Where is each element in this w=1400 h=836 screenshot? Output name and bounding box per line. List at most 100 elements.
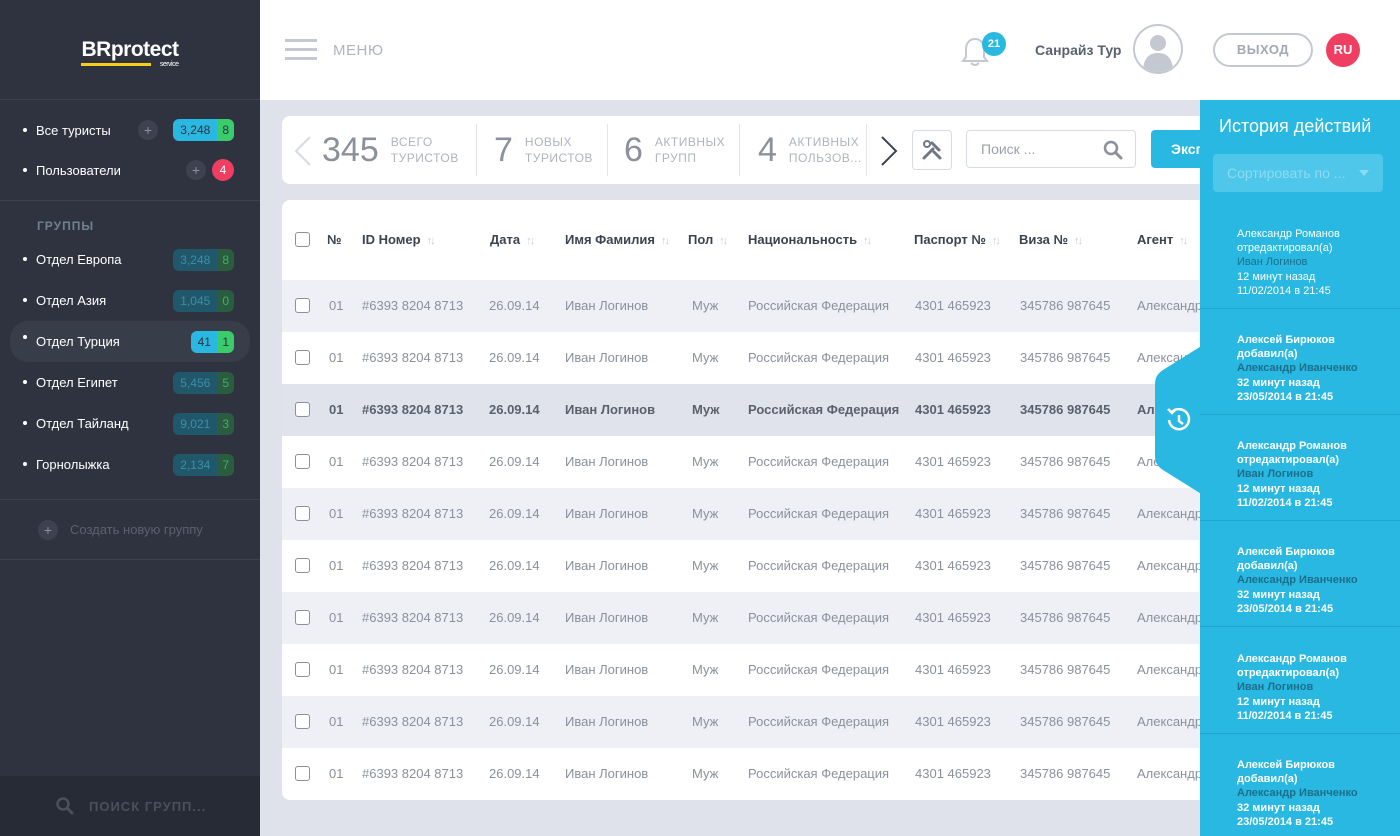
history-target: Александр Иванченко: [1237, 362, 1358, 375]
cell-visa: 345786 987645: [1020, 766, 1111, 781]
logo[interactable]: BRprotect service: [81, 39, 179, 68]
table-row[interactable]: 01 #6393 8204 8713 26.09.14 Иван Логинов Муж…: [282, 332, 1242, 384]
row-checkbox[interactable]: [295, 350, 310, 365]
sort-icon[interactable]: ↑↓: [1074, 235, 1083, 247]
cell-id: #6393 8204 8713: [362, 558, 464, 573]
chevron-right-icon[interactable]: [880, 136, 898, 166]
add-icon: +: [38, 519, 58, 540]
sort-icon[interactable]: ↑↓: [661, 235, 670, 247]
stat-label-line: АКТИВНЫХ: [654, 135, 726, 149]
row-checkbox[interactable]: [295, 402, 310, 417]
stat-number: 7: [494, 130, 513, 169]
history-item[interactable]: Алексей Бирюков добавил(а) Александр Иванч…: [1200, 333, 1400, 404]
cell-visa: 345786 987645: [1020, 558, 1111, 573]
row-checkbox[interactable]: [295, 610, 310, 625]
sort-placeholder: Сортировать по ...: [1227, 165, 1346, 181]
history-item[interactable]: Александр Романов отредактировал(а) Иван Л…: [1200, 227, 1400, 298]
menu-label[interactable]: МЕНЮ: [333, 42, 384, 59]
sort-icon[interactable]: ↑↓: [719, 235, 728, 247]
language-button[interactable]: RU: [1326, 33, 1360, 67]
sort-icon[interactable]: ↑↓: [526, 235, 535, 247]
hamburger-icon[interactable]: [285, 39, 317, 66]
sidebar-item-label: Отдел Европа: [36, 252, 122, 267]
row-checkbox[interactable]: [295, 506, 310, 521]
sidebar-item-users[interactable]: Пользователи + 4: [0, 150, 260, 190]
sort-icon[interactable]: ↑↓: [427, 235, 436, 247]
cell-number: 01: [329, 558, 344, 573]
chevron-left-icon[interactable]: [294, 136, 312, 166]
column-header-sex[interactable]: Пол ↑↓: [688, 232, 728, 247]
history-sort-select[interactable]: Сортировать по ...: [1213, 154, 1383, 192]
table-row[interactable]: 01 #6393 8204 8713 26.09.14 Иван Логинов Муж…: [282, 436, 1242, 488]
history-date: 23/05/2014 в 21:45: [1237, 602, 1334, 615]
sort-icon[interactable]: ↑↓: [1179, 235, 1188, 247]
divider: [1200, 414, 1400, 415]
history-tab[interactable]: [1155, 345, 1203, 495]
history-action: отредактировал(а): [1237, 454, 1340, 467]
sidebar-item-group[interactable]: Горнолыжка 2,134 7: [0, 444, 260, 485]
count-total: 9,021: [173, 412, 218, 435]
avatar[interactable]: [1133, 24, 1183, 74]
sort-icon[interactable]: ↑↓: [863, 235, 872, 247]
table-row[interactable]: 01 #6393 8204 8713 26.09.14 Иван Логинов Муж…: [282, 748, 1242, 800]
history-date: 23/05/2014 в 21:45: [1237, 390, 1334, 403]
table-row[interactable]: 01 #6393 8204 8713 26.09.14 Иван Логинов Муж…: [282, 488, 1242, 540]
select-all-checkbox[interactable]: [295, 232, 310, 247]
groups-section: ГРУППЫ Отдел Европа 3,248 8 Отдел Азия 1,…: [0, 201, 260, 500]
add-icon[interactable]: +: [186, 160, 206, 180]
sidebar-item-group[interactable]: Отдел Азия 1,045 0: [0, 280, 260, 321]
create-group-button[interactable]: + Создать новую группу: [0, 500, 260, 560]
history-item[interactable]: Александр Романов отредактировал(а) Иван Л…: [1200, 439, 1400, 510]
row-checkbox[interactable]: [295, 454, 310, 469]
count-badge: 41 1: [191, 330, 234, 353]
group-search-placeholder: ПОИСК ГРУПП...: [89, 798, 207, 814]
search-icon[interactable]: [1103, 140, 1123, 160]
logout-button[interactable]: ВЫХОД: [1213, 33, 1313, 67]
history-date: 11/02/2014 в 21:45: [1237, 284, 1331, 297]
user-name[interactable]: Санрайз Тур: [1035, 42, 1122, 58]
sidebar-item-group[interactable]: Отдел Тайланд 9,021 3: [0, 403, 260, 444]
table-row[interactable]: 01 #6393 8204 8713 26.09.14 Иван Логинов Муж…: [282, 540, 1242, 592]
cell-sex: Муж: [692, 766, 719, 781]
group-search-input[interactable]: ПОИСК ГРУПП...: [0, 776, 260, 836]
add-icon[interactable]: +: [138, 120, 158, 140]
history-item[interactable]: Александр Романов отредактировал(а) Иван Л…: [1200, 652, 1400, 723]
history-item[interactable]: Алексей Бирюков добавил(а) Александр Иванч…: [1200, 758, 1400, 829]
column-header-passport[interactable]: Паспорт № ↑↓: [914, 232, 1001, 247]
row-checkbox[interactable]: [295, 662, 310, 677]
history-item[interactable]: Алексей Бирюков добавил(а) Александр Иванч…: [1200, 545, 1400, 616]
sort-icon[interactable]: ↑↓: [992, 235, 1001, 247]
cell-date: 26.09.14: [489, 558, 540, 573]
column-header-visa[interactable]: Виза № ↑↓: [1019, 232, 1083, 247]
row-checkbox[interactable]: [295, 298, 310, 313]
row-checkbox[interactable]: [295, 558, 310, 573]
table-row[interactable]: 01 #6393 8204 8713 26.09.14 Иван Логинов Муж…: [282, 384, 1242, 436]
table-row[interactable]: 01 #6393 8204 8713 26.09.14 Иван Логинов Муж…: [282, 644, 1242, 696]
search-input[interactable]: [967, 131, 1097, 167]
sidebar-item-group[interactable]: Отдел Европа 3,248 8: [0, 239, 260, 280]
row-checkbox[interactable]: [295, 714, 310, 729]
column-header-number[interactable]: №: [327, 232, 342, 247]
sidebar-item-all-tourists[interactable]: Все туристы + 3,248 8: [0, 110, 260, 150]
sidebar-item-group-active[interactable]: Отдел Турция 41 1: [10, 321, 250, 362]
cell-visa: 345786 987645: [1020, 402, 1111, 417]
table-row[interactable]: 01 #6393 8204 8713 26.09.14 Иван Логинов Муж…: [282, 592, 1242, 644]
search-field[interactable]: [966, 130, 1136, 168]
column-header-agent[interactable]: Агент ↑↓: [1137, 232, 1188, 247]
column-header-nationality[interactable]: Национальность ↑↓: [748, 232, 872, 247]
history-user: Александр Романов: [1237, 440, 1347, 452]
row-checkbox[interactable]: [295, 766, 310, 781]
logo-sub: service: [159, 61, 179, 68]
column-header-id[interactable]: ID Номер ↑↓: [362, 232, 436, 247]
table-row[interactable]: 01 #6393 8204 8713 26.09.14 Иван Логинов Муж…: [282, 280, 1242, 332]
column-header-name[interactable]: Имя Фамилия ↑↓: [565, 232, 670, 247]
tools-button[interactable]: [912, 130, 952, 170]
sidebar-item-group[interactable]: Отдел Египет 5,456 5: [0, 362, 260, 403]
cell-id: #6393 8204 8713: [362, 402, 464, 417]
cell-visa: 345786 987645: [1020, 662, 1111, 677]
divider: [1200, 308, 1400, 309]
stat-total-tourists: 345 ВСЕГО ТУРИСТОВ: [322, 116, 459, 184]
sidebar-item-label: Горнолыжка: [36, 457, 110, 472]
table-row[interactable]: 01 #6393 8204 8713 26.09.14 Иван Логинов Муж…: [282, 696, 1242, 748]
column-header-date[interactable]: Дата ↑↓: [490, 232, 535, 247]
